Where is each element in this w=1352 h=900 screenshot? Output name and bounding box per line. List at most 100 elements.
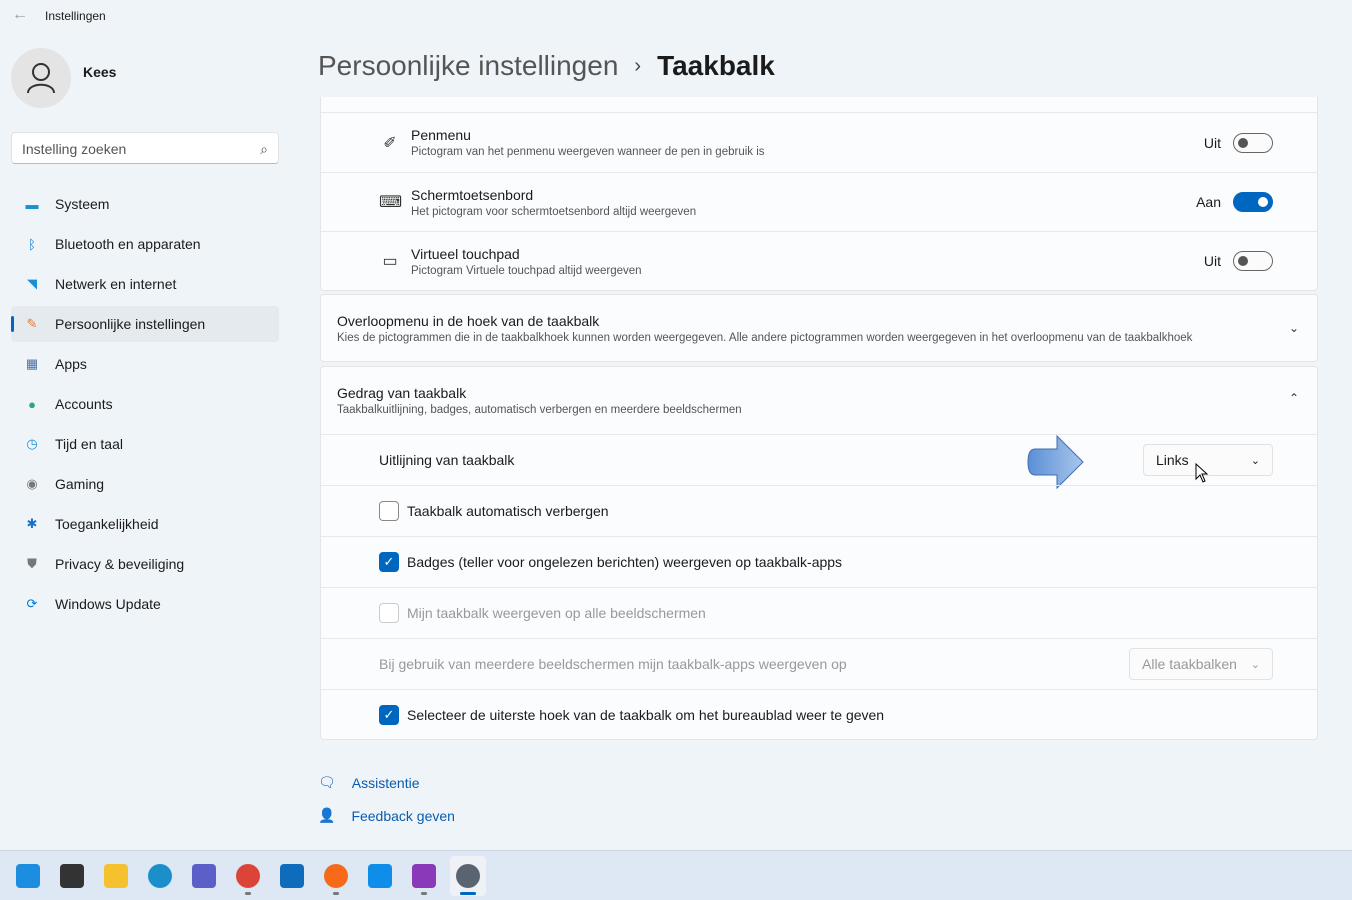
multi-display-value: Alle taakbalken <box>1142 656 1237 672</box>
toggle-switch[interactable] <box>1233 132 1273 153</box>
behavior-header[interactable]: Gedrag van taakbalk Taakbalkuitlijning, … <box>321 367 1317 434</box>
all-displays-label: Mijn taakbalk weergeven op alle beeldsch… <box>407 605 706 621</box>
sidebar-item-accounts[interactable]: ● Accounts <box>11 386 279 422</box>
taskbar-onenote-button[interactable] <box>406 856 442 896</box>
chevron-down-icon[interactable]: ⌄ <box>1289 321 1299 335</box>
sidebar-item-netwerk-en-internet[interactable]: ◥ Netwerk en internet <box>11 266 279 302</box>
task-view-icon <box>60 863 84 888</box>
sidebar-item-systeem[interactable]: ▬ Systeem <box>11 186 279 222</box>
sidebar-item-label: Toegankelijkheid <box>55 516 159 532</box>
taskbar-firefox-button[interactable] <box>318 856 354 896</box>
setting-title: Schermtoetsenbord <box>411 186 534 203</box>
pen-touch-card: ✐ Penmenu Pictogram van het penmenu weerge… <box>320 97 1318 291</box>
corner-checkbox[interactable]: ✓ <box>379 705 399 725</box>
search-icon[interactable]: ⌕ <box>260 141 268 157</box>
app-title: Instellingen <box>45 9 106 23</box>
taskbar-teams-button[interactable] <box>186 856 222 896</box>
setting-title: Penmenu <box>411 127 471 143</box>
feedback-link[interactable]: 👤 Feedback geven <box>318 807 455 824</box>
taskbar-file-explorer-button[interactable] <box>98 856 134 896</box>
multi-display-row: Bij gebruik van meerdere beeldschermen m… <box>321 638 1317 689</box>
corner-label: Selecteer de uiterste hoek van de taakba… <box>407 707 885 723</box>
pen-icon: ✐ <box>383 134 397 152</box>
person-icon <box>27 63 55 94</box>
all-displays-checkbox <box>379 603 399 623</box>
feedback-icon: 👤 <box>318 807 336 823</box>
chevron-up-icon[interactable]: ⌃ <box>1289 391 1299 405</box>
alignment-value: Links <box>1156 452 1189 468</box>
help-link[interactable]: 🗨 Assistentie <box>318 774 419 791</box>
badges-checkbox[interactable]: ✓ <box>379 552 399 572</box>
page-title: Taakbalk <box>657 50 775 81</box>
sidebar-item-label: Gaming <box>55 476 105 492</box>
search-placeholder: Instelling zoeken <box>22 141 127 157</box>
taskbar-chrome-button[interactable] <box>230 856 266 896</box>
setting-row-penmenu: ✐ Penmenu Pictogram van het penmenu weerge… <box>321 113 1317 172</box>
alignment-label: Uitlijning van taakbalk <box>379 452 515 468</box>
badges-row[interactable]: ✓ Badges (teller voor ongelezen berichten… <box>321 536 1317 587</box>
taskbar-settings-button[interactable] <box>450 855 486 896</box>
back-arrow-icon[interactable]: ← <box>12 6 28 24</box>
sidebar-item-label: Accounts <box>55 396 113 412</box>
autohide-checkbox[interactable] <box>379 501 399 521</box>
setting-desc: Pictogram van het penmenu weergeven wann… <box>411 146 765 158</box>
chevron-down-icon: ⌄ <box>1250 454 1260 467</box>
firefox-icon <box>324 863 348 888</box>
apps-icon: ▦ <box>25 356 39 371</box>
sidebar-item-bluetooth-en-apparaten[interactable]: ᛒ Bluetooth en apparaten <box>11 226 279 262</box>
avatar[interactable] <box>11 48 71 108</box>
chrome-icon <box>236 863 260 888</box>
corner-row[interactable]: ✓ Selecteer de uiterste hoek van de taakb… <box>321 689 1317 740</box>
teamviewer-icon <box>368 863 392 888</box>
toggle-switch[interactable] <box>1233 192 1273 212</box>
search-input[interactable]: Instelling zoeken ⌕ <box>11 132 279 164</box>
arrow-annotation-icon <box>1027 435 1084 490</box>
monitor-icon: ▬ <box>25 196 39 212</box>
feedback-label[interactable]: Feedback geven <box>351 808 455 824</box>
taskbar <box>0 850 1352 900</box>
setting-title: Virtueel touchpad <box>411 245 520 262</box>
help-label[interactable]: Assistentie <box>352 775 420 791</box>
taskbar-edge-button[interactable] <box>142 856 178 896</box>
overflow-section[interactable]: Overloopmenu in de hoek van de taakbalk … <box>320 294 1318 362</box>
edge-icon <box>148 863 172 888</box>
autohide-row[interactable]: Taakbalk automatisch verbergen <box>321 485 1317 536</box>
setting-row-schermtoetsenbord: ⌨ Schermtoetsenbord Het pictogram voor sch… <box>321 172 1317 231</box>
onenote-icon <box>412 863 436 888</box>
sidebar-item-apps[interactable]: ▦ Apps <box>11 346 279 382</box>
taskbar-start-button[interactable] <box>10 856 46 896</box>
title-bar: ← Instellingen <box>0 0 1352 32</box>
sidebar-item-privacy-beveiliging[interactable]: ⛊ Privacy & beveiliging <box>11 546 279 582</box>
running-indicator <box>460 891 476 895</box>
toggle-state: Uit <box>1203 253 1221 269</box>
chevron-down-icon: ⌄ <box>1250 658 1260 671</box>
sidebar-item-label: Apps <box>55 356 87 372</box>
breadcrumb-parent[interactable]: Persoonlijke instellingen <box>318 50 618 82</box>
taskbar-task-view-button[interactable] <box>54 856 90 896</box>
taskbar-teamviewer-button[interactable] <box>362 856 398 896</box>
sidebar-item-tijd-en-taal[interactable]: ◷ Tijd en taal <box>11 426 279 462</box>
overflow-desc: Kies de pictogrammen die in de taakbalkh… <box>337 332 1193 344</box>
teams-icon <box>192 863 216 888</box>
behavior-section: Gedrag van taakbalk Taakbalkuitlijning, … <box>320 366 1318 740</box>
taskbar-outlook-button[interactable] <box>274 856 310 896</box>
outlook-icon <box>280 863 304 888</box>
sidebar-item-gaming[interactable]: ◉ Gaming <box>11 466 279 502</box>
sidebar-item-windows-update[interactable]: ⟳ Windows Update <box>11 586 279 622</box>
clock-globe-icon: ◷ <box>26 436 38 451</box>
running-indicator <box>333 891 339 895</box>
all-displays-row: Mijn taakbalk weergeven op alle beeldsch… <box>321 587 1317 638</box>
multi-display-dropdown: Alle taakbalken ⌄ <box>1129 648 1273 680</box>
sidebar-item-persoonlijke-instellingen[interactable]: ✎ Persoonlijke instellingen <box>11 306 279 342</box>
toggle-switch[interactable] <box>1233 251 1273 271</box>
keyboard-icon: ⌨ <box>379 194 403 211</box>
brush-icon: ✎ <box>26 316 38 331</box>
sidebar-item-label: Privacy & beveiliging <box>55 556 185 572</box>
overflow-title: Overloopmenu in de hoek van de taakbalk <box>337 313 600 329</box>
help-icon: 🗨 <box>318 774 336 790</box>
breadcrumb: Persoonlijke instellingen › Taakbalk <box>318 50 775 82</box>
sidebar-item-label: Bluetooth en apparaten <box>55 236 201 252</box>
sidebar-item-toegankelijkheid[interactable]: ✱ Toegankelijkheid <box>11 506 279 542</box>
update-icon: ⟳ <box>26 596 38 611</box>
wifi-icon: ◥ <box>27 276 37 291</box>
